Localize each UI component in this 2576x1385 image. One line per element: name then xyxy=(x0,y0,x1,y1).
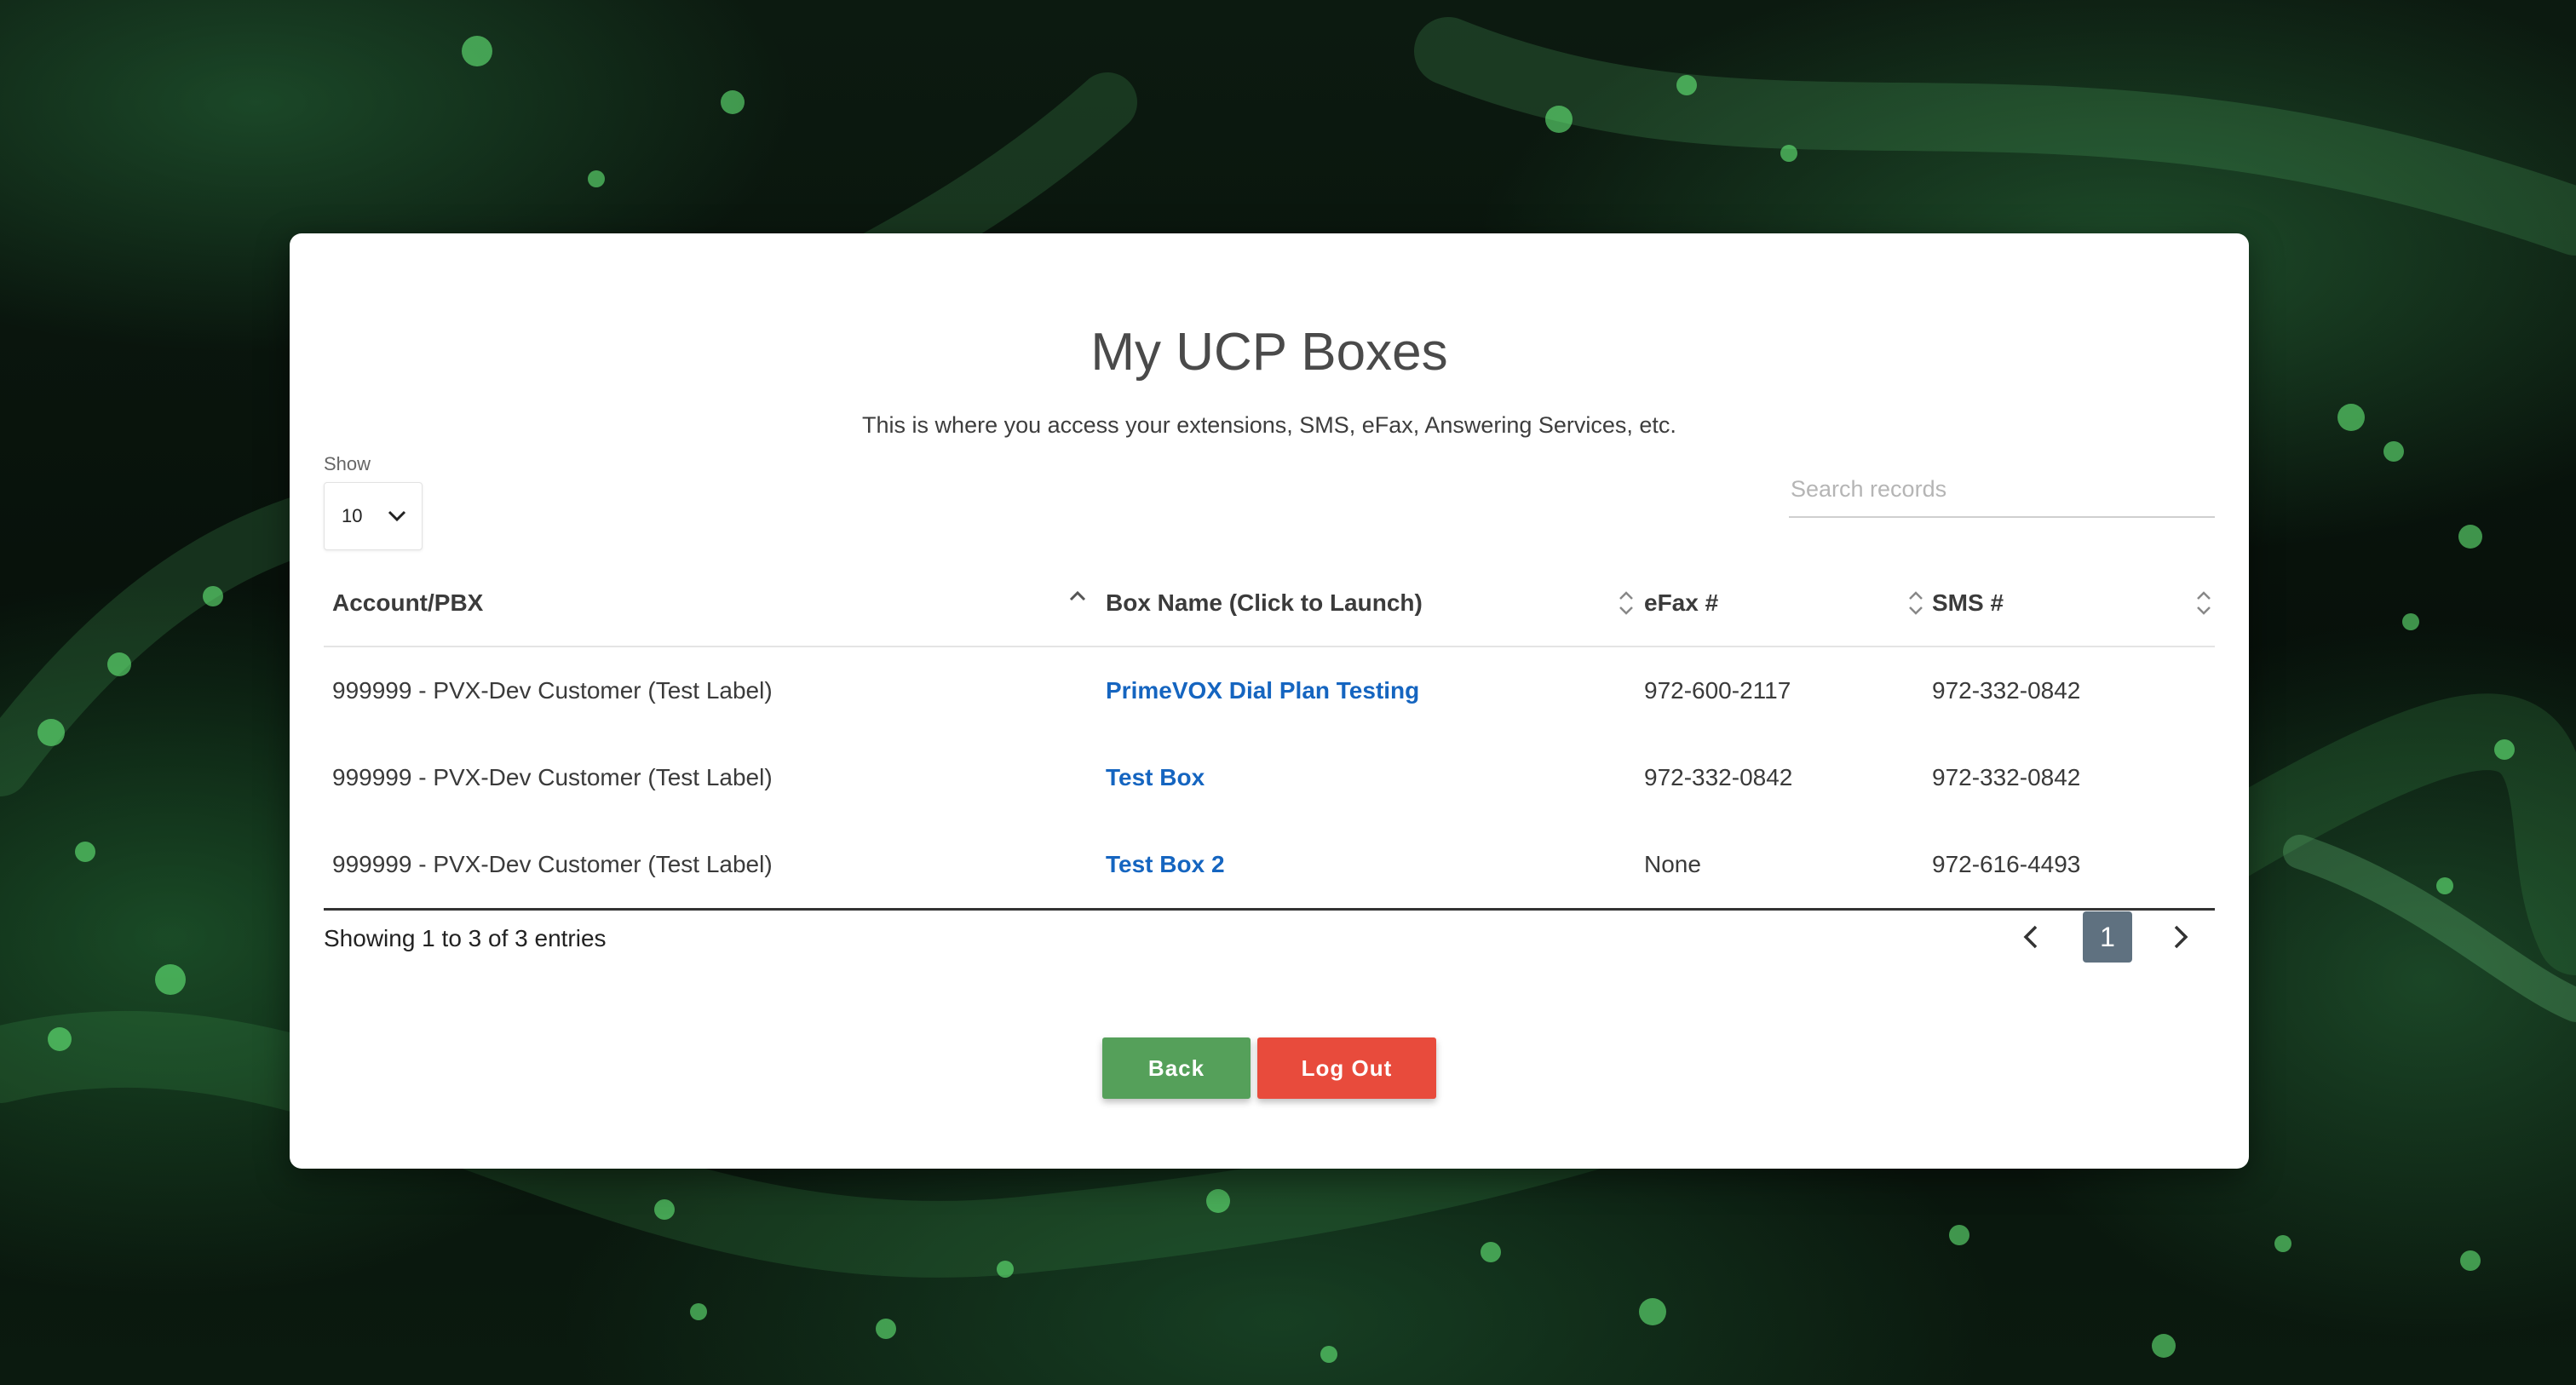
column-header-efax[interactable]: eFax # xyxy=(1644,560,1718,646)
pagination-page-1[interactable]: 1 xyxy=(2083,911,2132,963)
cell-account: 999999 - PVX-Dev Customer (Test Label) xyxy=(332,677,773,704)
chevron-down-icon xyxy=(388,510,406,522)
cell-sms: 972-616-4493 xyxy=(1932,851,2081,877)
table-row: 999999 - PVX-Dev Customer (Test Label) T… xyxy=(324,734,2215,821)
cell-account: 999999 - PVX-Dev Customer (Test Label) xyxy=(332,851,773,877)
table-row: 999999 - PVX-Dev Customer (Test Label) P… xyxy=(324,647,2215,734)
cell-efax: None xyxy=(1644,851,1701,877)
box-launch-link[interactable]: Test Box 2 xyxy=(1106,851,1225,878)
search-field[interactable] xyxy=(1789,462,2215,518)
column-header-account[interactable]: Account/PBX xyxy=(332,560,483,646)
page-title: My UCP Boxes xyxy=(1090,323,1448,382)
sort-icon[interactable] xyxy=(1615,586,1637,620)
cell-sms: 972-332-0842 xyxy=(1932,764,2081,790)
chevron-up-icon[interactable] xyxy=(1067,586,1089,620)
boxes-table: Account/PBX Box Name (Click to Launch) e… xyxy=(324,560,2215,911)
column-header-sms[interactable]: SMS # xyxy=(1932,560,2004,646)
cell-efax: 972-600-2117 xyxy=(1644,677,1791,704)
show-label: Show xyxy=(324,453,371,474)
logout-button[interactable]: Log Out xyxy=(1257,1037,1436,1099)
sort-icon[interactable] xyxy=(2193,586,2215,620)
entries-per-page-value: 10 xyxy=(342,505,363,526)
page-subtitle: This is where you access your extensions… xyxy=(862,412,1676,438)
box-launch-link[interactable]: PrimeVOX Dial Plan Testing xyxy=(1106,677,1419,704)
cell-account: 999999 - PVX-Dev Customer (Test Label) xyxy=(332,764,773,790)
cell-box-name: PrimeVOX Dial Plan Testing xyxy=(1106,647,1419,734)
back-button[interactable]: Back xyxy=(1102,1037,1251,1099)
entries-per-page-select[interactable]: 10 xyxy=(324,482,423,550)
cell-efax: 972-332-0842 xyxy=(1644,764,1793,790)
cell-box-name: Test Box xyxy=(1106,734,1205,821)
search-input[interactable] xyxy=(1789,474,2215,503)
chevron-left-icon[interactable] xyxy=(2019,923,2044,951)
chevron-right-icon[interactable] xyxy=(2167,923,2193,951)
table-bottom-border xyxy=(324,908,2215,911)
box-launch-link[interactable]: Test Box xyxy=(1106,764,1205,791)
table-header: Account/PBX Box Name (Click to Launch) e… xyxy=(324,560,2215,647)
sort-icon[interactable] xyxy=(1905,586,1927,620)
cell-sms: 972-332-0842 xyxy=(1932,677,2081,704)
column-header-box-name[interactable]: Box Name (Click to Launch) xyxy=(1106,560,1423,646)
main-card: My UCP Boxes This is where you access yo… xyxy=(290,233,2249,1169)
table-info: Showing 1 to 3 of 3 entries xyxy=(324,925,607,951)
cell-box-name: Test Box 2 xyxy=(1106,821,1225,908)
pagination: 1 xyxy=(2002,911,2215,963)
table-row: 999999 - PVX-Dev Customer (Test Label) T… xyxy=(324,821,2215,908)
